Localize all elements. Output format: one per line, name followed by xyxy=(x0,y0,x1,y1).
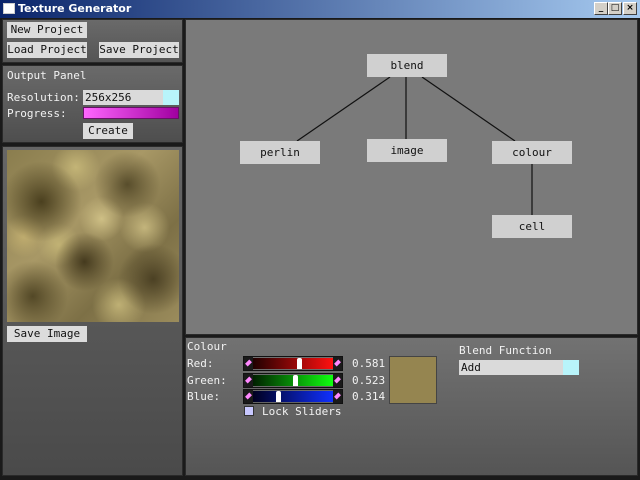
colour-panel-title: Colour xyxy=(187,340,227,353)
green-label: Green: xyxy=(187,374,227,387)
maximize-button[interactable]: □ xyxy=(608,2,622,15)
red-slider[interactable] xyxy=(243,356,343,371)
blend-dropdown-icon[interactable] xyxy=(563,360,579,375)
green-value: 0.523 xyxy=(352,374,386,387)
red-label: Red: xyxy=(187,357,214,370)
resolution-dropdown-icon[interactable] xyxy=(163,90,179,105)
blend-function-title: Blend Function xyxy=(459,344,552,357)
blue-label: Blue: xyxy=(187,390,221,403)
progress-label: Progress: xyxy=(7,107,67,120)
blend-function-value: Add xyxy=(461,361,481,374)
diamond-arrow-icon[interactable] xyxy=(333,390,342,403)
resolution-field[interactable]: 256x256 xyxy=(83,90,179,105)
create-button[interactable]: Create xyxy=(83,123,133,139)
new-project-button[interactable]: New Project xyxy=(7,22,87,38)
red-value: 0.581 xyxy=(352,357,386,370)
app-window: Texture Generator _ □ × New Project Load… xyxy=(0,0,640,480)
blue-slider[interactable] xyxy=(243,389,343,404)
save-image-button[interactable]: Save Image xyxy=(7,326,87,342)
green-slider-thumb[interactable] xyxy=(292,375,298,386)
diamond-arrow-icon[interactable] xyxy=(333,374,342,387)
lock-sliders-checkbox[interactable] xyxy=(244,406,254,416)
node-image[interactable]: image xyxy=(367,139,447,162)
window-title: Texture Generator xyxy=(18,2,132,15)
texture-preview xyxy=(7,150,179,322)
node-blend[interactable]: blend xyxy=(367,54,447,77)
node-perlin[interactable]: perlin xyxy=(240,141,320,164)
diamond-arrow-icon[interactable] xyxy=(244,374,253,387)
colour-swatch xyxy=(389,356,437,404)
progress-bar xyxy=(83,107,179,119)
resolution-value: 256x256 xyxy=(85,91,132,104)
app-window-icon xyxy=(3,3,15,14)
load-project-button[interactable]: Load Project xyxy=(7,42,87,58)
node-cell[interactable]: cell xyxy=(492,215,572,238)
lock-sliders-label: Lock Sliders xyxy=(262,405,342,418)
diamond-arrow-icon[interactable] xyxy=(244,390,253,403)
node-colour[interactable]: colour xyxy=(492,141,572,164)
close-button[interactable]: × xyxy=(623,2,637,15)
diamond-arrow-icon[interactable] xyxy=(244,357,253,370)
red-slider-thumb[interactable] xyxy=(297,358,303,369)
blue-slider-thumb[interactable] xyxy=(276,391,282,402)
red-slider-track[interactable] xyxy=(253,358,333,369)
minimize-button[interactable]: _ xyxy=(594,2,608,15)
green-slider[interactable] xyxy=(243,373,343,388)
title-bar[interactable]: Texture Generator _ □ × xyxy=(0,0,640,18)
output-panel-title: Output Panel xyxy=(7,69,87,82)
blend-function-select[interactable]: Add xyxy=(459,360,579,375)
resolution-label: Resolution: xyxy=(7,91,80,104)
save-project-button[interactable]: Save Project xyxy=(99,42,179,58)
blue-slider-track[interactable] xyxy=(253,391,333,402)
blue-value: 0.314 xyxy=(352,390,386,403)
diamond-arrow-icon[interactable] xyxy=(333,357,342,370)
